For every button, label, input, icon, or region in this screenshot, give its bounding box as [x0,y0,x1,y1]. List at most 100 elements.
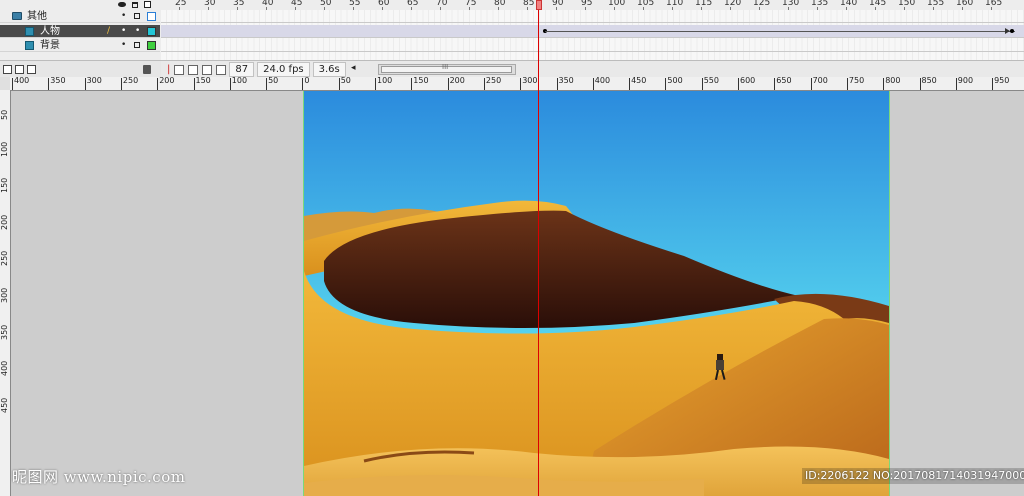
modify-onion-markers-icon[interactable] [216,64,227,75]
ruler-label: 450 [0,397,9,413]
frame-number: 130 [782,0,800,8]
visibility-dot[interactable]: • [121,10,126,23]
frame-rate[interactable]: 24.0 fps [257,62,310,77]
playhead-line [538,10,539,496]
ruler-tick [592,78,594,90]
scrollbar-thumb[interactable]: III [381,63,512,73]
ruler-label: 350 [558,76,574,85]
scroll-left-arrow[interactable]: ◂ [351,63,356,73]
frame-number: 90 [552,0,564,8]
elapsed-time: 3.6s [312,62,346,77]
frame-grid[interactable] [161,10,1024,60]
frame-number: 30 [204,0,216,8]
ruler-label: 50 [0,109,9,120]
ruler-tick [12,78,13,90]
frame-number: 40 [262,0,274,8]
stage-canvas[interactable] [303,91,890,496]
ruler-tick [193,78,195,90]
timeline-panel: 其他 • 人物 / • • 背景 • 25 30 35 40 45 50 55 6 [0,0,1024,78]
ruler-label: 300 [86,76,102,85]
horizontal-ruler[interactable]: 400 350 300 250 200 150 100 50 0 50 100 150 200 250 30… [10,76,1024,91]
ruler-tick [84,78,86,90]
scroll-grip: III [442,63,449,71]
current-frame: 87 [229,62,255,77]
ruler-tick [955,78,957,90]
vertical-ruler[interactable]: 50 100 150 200 250 300 350 400 450 [0,90,11,496]
timeline-scrollbar[interactable]: III [378,63,516,75]
ruler-label: 250 [122,76,139,85]
frame-number: 75 [465,0,477,8]
center-frame-icon[interactable]: | [167,64,170,75]
ruler-tick [266,78,268,90]
layers-panel: 其他 • 人物 / • • 背景 • [0,0,162,60]
ruler-label: 950 [994,76,1010,85]
motion-tween-line [545,31,1015,32]
ruler-label: 750 [848,76,865,85]
ruler-tick [48,78,50,90]
keyframe[interactable] [1010,29,1014,33]
frame-number: 110 [666,0,684,8]
layer-row-other[interactable]: 其他 • [0,10,160,23]
playhead[interactable] [536,0,542,10]
frame-number: 70 [436,0,448,8]
new-folder-icon[interactable] [15,65,24,74]
ruler-label: 100 [231,76,248,85]
ruler-tick [556,78,558,90]
lock-icon[interactable] [134,13,140,19]
ruler-tick [157,78,159,90]
layer-row-background[interactable]: 背景 • [0,39,160,52]
lock-dot[interactable]: • [135,25,140,38]
folder-icon [12,12,22,20]
ruler-label: 150 [0,177,9,194]
ruler-tick [629,78,631,90]
outline-icon[interactable] [144,1,151,8]
frame-number: 45 [291,0,303,8]
ruler-label: 400 [14,76,30,85]
layer-color-swatch[interactable] [147,41,156,50]
layer-header-icons [118,0,160,9]
ruler-label: 200 [159,76,175,85]
ruler-label: 500 [667,76,683,85]
frame-row-character[interactable] [161,25,1024,38]
eye-icon[interactable] [118,2,126,7]
lock-icon[interactable] [134,42,140,48]
ruler-label: 350 [0,324,9,340]
frame-number: 115 [695,0,713,8]
visibility-dot[interactable]: • [121,25,126,38]
frame-number: 150 [898,0,916,8]
ruler-label: 150 [195,76,211,85]
frame-number: 120 [724,0,742,8]
trash-icon[interactable] [143,65,151,74]
frame-number: 60 [378,0,390,8]
frame-number: 95 [581,0,593,8]
frame-row-other[interactable] [161,10,1024,23]
layer-row-character[interactable]: 人物 / • • [0,25,160,38]
lock-icon[interactable] [132,1,138,8]
ruler-label: 300 [0,287,9,303]
ruler-tick [846,78,848,90]
visibility-dot[interactable]: • [121,39,126,52]
edit-multiple-frames-icon[interactable] [202,64,213,75]
new-layer-icon[interactable] [3,65,12,74]
onion-skin-icon[interactable] [174,64,185,75]
ruler-tick [919,78,921,90]
ruler-label: 600 [740,76,756,85]
ruler-tick [701,78,703,90]
frame-number: 55 [349,0,361,8]
onion-outline-icon[interactable] [188,64,199,75]
ruler-tick [483,78,485,90]
ruler-tick [447,78,449,90]
nipic-watermark: 昵图网 www.nipic.com [12,468,186,486]
ruler-tick [229,78,231,90]
layer-color-swatch[interactable] [147,27,156,36]
frame-number: 25 [175,0,187,8]
ruler-label: 0 [304,76,310,85]
ruler-label: 650 [776,76,792,85]
add-motion-guide-icon[interactable] [27,65,36,74]
frame-number: 100 [608,0,626,8]
frame-row-background[interactable] [161,39,1024,52]
frame-number: 140 [840,0,858,8]
layer-color-swatch[interactable] [147,12,156,21]
ruler-tick [302,78,304,90]
ruler-tick [992,78,994,90]
